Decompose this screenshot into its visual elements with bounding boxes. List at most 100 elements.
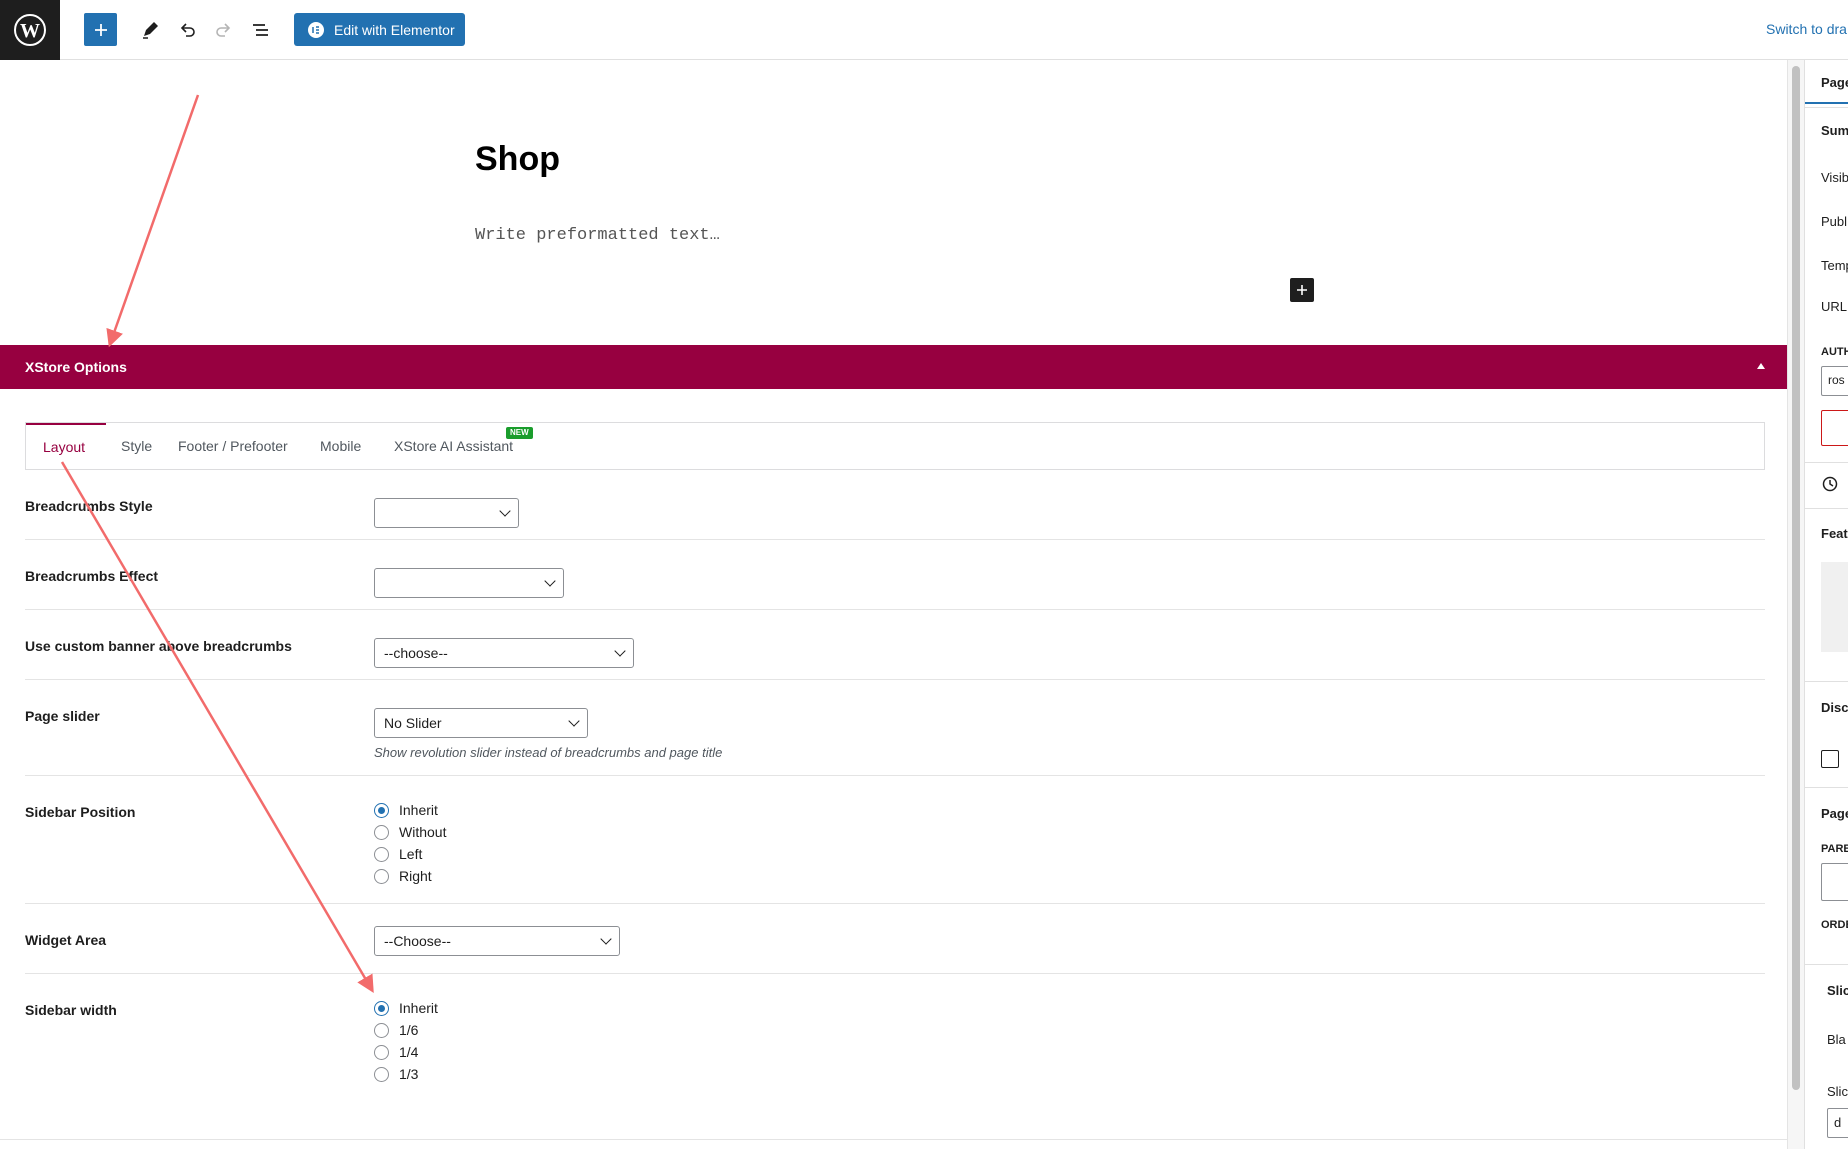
sidebar-template[interactable]: Temp	[1821, 258, 1848, 273]
tools-pencil-button[interactable]	[135, 12, 165, 48]
option-page-slider: Page slider No Slider Show revolution sl…	[25, 680, 1765, 776]
sidebar-url[interactable]: URL	[1821, 299, 1847, 314]
sidebar-width-1-6-radio[interactable]: 1/6	[374, 1020, 418, 1040]
radio-label: 1/6	[399, 1022, 419, 1038]
scrollbar-thumb[interactable]	[1792, 66, 1800, 1090]
xstore-options-header[interactable]: XStore Options	[0, 345, 1787, 389]
radio-icon	[374, 824, 389, 840]
sidebar-divider	[1805, 462, 1848, 463]
sidebar-order-label: ORDE	[1821, 919, 1848, 931]
pencil-icon	[143, 22, 158, 39]
widget-area-value: --Choose--	[384, 933, 451, 949]
chevron-down-icon	[600, 933, 612, 945]
switch-to-draft-link[interactable]: Switch to dra	[1766, 21, 1847, 37]
radio-label: 1/3	[399, 1066, 419, 1082]
redo-icon	[216, 23, 231, 37]
option-sidebar-position: Sidebar Position Inherit Without Left Ri…	[25, 776, 1765, 904]
discussion-checkbox[interactable]	[1821, 750, 1839, 768]
xstore-options-panel: Layout Style Footer / Prefooter Mobile X…	[0, 389, 1787, 1149]
block-inserter-button[interactable]	[1290, 278, 1314, 302]
radio-checked-icon	[374, 1000, 389, 1016]
sidebar-width-inherit-radio[interactable]: Inherit	[374, 998, 438, 1018]
breadcrumbs-style-select[interactable]	[374, 498, 519, 528]
editor-scrollbar[interactable]	[1787, 60, 1804, 1149]
custom-banner-select[interactable]: --choose--	[374, 638, 634, 668]
featured-image-placeholder[interactable]	[1821, 562, 1848, 652]
page-slider-value: No Slider	[384, 715, 442, 731]
elementor-icon	[308, 21, 324, 38]
sidebar-position-right-radio[interactable]: Right	[374, 866, 432, 886]
settings-sidebar: Page Sum Visib Publ Temp URL AUTH ros Fe…	[1804, 60, 1848, 1149]
edit-with-elementor-label: Edit with Elementor	[334, 21, 455, 38]
sidebar-parent-label: PARE	[1821, 843, 1848, 855]
radio-label: 1/4	[399, 1044, 419, 1060]
tab-footer-prefooter[interactable]: Footer / Prefooter	[178, 423, 288, 469]
radio-icon	[374, 846, 389, 862]
sidebar-position-inherit-radio[interactable]: Inherit	[374, 800, 438, 820]
sidebar-width-1-4-radio[interactable]: 1/4	[374, 1042, 418, 1062]
chevron-down-icon	[568, 715, 580, 727]
editor-canvas: Shop Write preformatted text…	[0, 60, 1787, 345]
sidebar-summary[interactable]: Sum	[1821, 123, 1848, 138]
page-title[interactable]: Shop	[475, 140, 560, 179]
chevron-down-icon	[499, 505, 511, 517]
wordpress-logo-icon[interactable]: W	[0, 0, 60, 60]
revisions-history-icon[interactable]	[1821, 475, 1839, 498]
sidebar-position-label: Sidebar Position	[25, 804, 136, 820]
list-view-icon	[253, 24, 268, 36]
sidebar-page-attributes[interactable]: Page	[1821, 806, 1848, 821]
sidebar-divider	[1805, 107, 1848, 108]
sidebar-visibility[interactable]: Visib	[1821, 170, 1848, 185]
plus-icon	[94, 23, 107, 36]
sidebar-discussion[interactable]: Disc	[1821, 700, 1848, 715]
sidebar-position-left-radio[interactable]: Left	[374, 844, 422, 864]
sidebar-author-input[interactable]: ros	[1821, 366, 1848, 396]
radio-label: Right	[399, 868, 432, 884]
add-block-button[interactable]	[84, 13, 117, 46]
widget-area-select[interactable]: --Choose--	[374, 926, 620, 956]
radio-icon	[374, 1044, 389, 1060]
sidebar-divider	[1805, 787, 1848, 788]
tab-xstore-ai-assistant[interactable]: XStore AI Assistant	[394, 423, 513, 469]
wp-editor-screen: W Edit with Elementor Switch to dra Shop…	[0, 0, 1848, 1149]
sidebar-width-label: Sidebar width	[25, 1002, 117, 1018]
sidebar-parent-input[interactable]	[1821, 863, 1848, 901]
sidebar-featured-image[interactable]: Feat	[1821, 526, 1848, 541]
sidebar-publish[interactable]: Publ	[1821, 214, 1847, 229]
radio-checked-icon	[374, 802, 389, 818]
document-overview-button[interactable]	[246, 12, 276, 48]
widget-area-label: Widget Area	[25, 932, 107, 948]
sidebar-position-without-radio[interactable]: Without	[374, 822, 446, 842]
radio-label: Inherit	[399, 802, 438, 818]
undo-button[interactable]	[172, 12, 202, 48]
custom-banner-label: Use custom banner above breadcrumbs	[25, 638, 292, 654]
sidebar-slider-input[interactable]: d	[1827, 1108, 1848, 1138]
breadcrumbs-effect-select[interactable]	[374, 568, 564, 598]
xstore-options-title: XStore Options	[25, 359, 127, 375]
sidebar-tab-indicator	[1805, 102, 1848, 104]
collapse-arrow-icon[interactable]	[1757, 363, 1765, 369]
sidebar-slider-section[interactable]: Slic	[1827, 983, 1848, 998]
custom-banner-value: --choose--	[384, 645, 448, 661]
redo-button[interactable]	[209, 12, 239, 48]
option-breadcrumbs-effect: Breadcrumbs Effect	[25, 540, 1765, 610]
sidebar-tab-page[interactable]: Page	[1821, 75, 1848, 90]
sidebar-trash-button[interactable]	[1821, 410, 1848, 446]
xstore-tabs: Layout Style Footer / Prefooter Mobile X…	[25, 422, 1765, 470]
edit-with-elementor-button[interactable]: Edit with Elementor	[294, 13, 465, 46]
radio-icon	[374, 1022, 389, 1038]
sidebar-divider	[1805, 508, 1848, 509]
page-slider-label: Page slider	[25, 708, 100, 724]
radio-label: Inherit	[399, 1000, 438, 1016]
tab-style[interactable]: Style	[121, 423, 152, 469]
sidebar-author-label: AUTH	[1821, 346, 1848, 358]
sidebar-divider	[1805, 964, 1848, 965]
page-slider-description: Show revolution slider instead of breadc…	[374, 745, 723, 760]
option-sidebar-width: Sidebar width Inherit 1/6 1/4 1/3	[25, 974, 1765, 1129]
tab-mobile[interactable]: Mobile	[320, 423, 361, 469]
page-slider-select[interactable]: No Slider	[374, 708, 588, 738]
sidebar-width-1-3-radio[interactable]: 1/3	[374, 1064, 418, 1084]
tab-layout[interactable]: Layout	[26, 423, 106, 469]
preformatted-block[interactable]: Write preformatted text…	[475, 226, 720, 245]
option-breadcrumbs-style: Breadcrumbs Style	[25, 470, 1765, 540]
